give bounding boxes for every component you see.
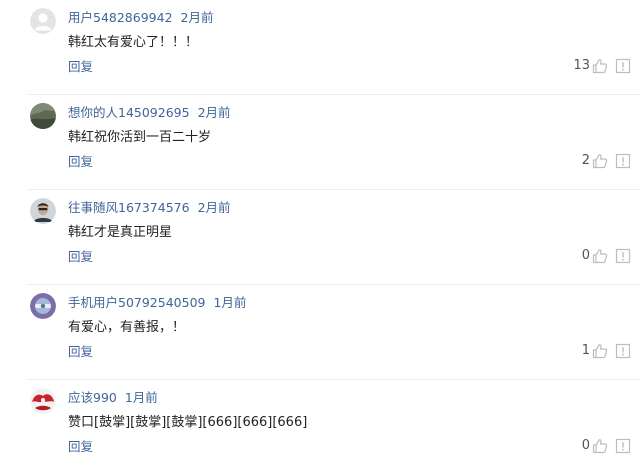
- like-button[interactable]: 13: [573, 57, 608, 75]
- comment-item: 用户5482869942 2月前 韩红太有爱心了！！！ 回复 13: [0, 0, 640, 95]
- like-button[interactable]: 2: [582, 152, 608, 170]
- thumbs-up-icon[interactable]: [592, 343, 608, 359]
- username[interactable]: 想你的人145092695: [68, 105, 190, 120]
- comment-meta: 应该990 1月前: [68, 390, 158, 406]
- like-count: 0: [581, 248, 590, 263]
- report-icon[interactable]: [615, 58, 631, 74]
- comment-meta: 想你的人145092695 2月前: [68, 105, 231, 121]
- like-button[interactable]: 0: [582, 437, 608, 455]
- like-button[interactable]: 0: [582, 247, 608, 265]
- report-icon[interactable]: [615, 438, 631, 454]
- comment-meta: 往事随风167374576 2月前: [68, 200, 231, 216]
- username[interactable]: 手机用户50792540509: [68, 295, 205, 310]
- comment-text: 韩红太有爱心了！！！: [68, 35, 199, 50]
- thumbs-up-icon[interactable]: [592, 58, 608, 74]
- comment-time: 1月前: [124, 390, 158, 405]
- default-user-avatar-icon[interactable]: [30, 8, 56, 34]
- report-icon[interactable]: [615, 153, 631, 169]
- reply-button[interactable]: 回复: [68, 154, 93, 170]
- landscape-photo-avatar-icon[interactable]: [30, 103, 56, 129]
- comment-text: 有爱心，有善报，！: [68, 320, 186, 335]
- thumbs-up-icon[interactable]: [592, 438, 608, 454]
- like-count: 13: [573, 58, 590, 73]
- like-count: 1: [581, 343, 590, 358]
- comment-item: 往事随风167374576 2月前 韩红才是真正明星 回复 0: [0, 190, 640, 285]
- like-button[interactable]: 1: [582, 342, 608, 360]
- red-white-avatar-icon[interactable]: [30, 388, 56, 414]
- reply-button[interactable]: 回复: [68, 344, 93, 360]
- comment-meta: 用户5482869942 2月前: [68, 10, 213, 26]
- report-icon[interactable]: [615, 343, 631, 359]
- like-count: 0: [581, 438, 590, 453]
- thumbs-up-icon[interactable]: [592, 248, 608, 264]
- comment-item: 想你的人145092695 2月前 韩红祝你活到一百二十岁 回复 2: [0, 95, 640, 190]
- comment-time: 2月前: [197, 105, 231, 120]
- comment-meta: 手机用户50792540509 1月前: [68, 295, 246, 311]
- comment-time: 1月前: [213, 295, 247, 310]
- reply-button[interactable]: 回复: [68, 249, 93, 265]
- comment-time: 2月前: [197, 200, 231, 215]
- comment-item: 应该990 1月前 赞口[鼓掌][鼓掌][鼓掌][666][666][666] …: [0, 380, 640, 470]
- username[interactable]: 往事随风167374576: [68, 200, 190, 215]
- comment-time: 2月前: [180, 10, 214, 25]
- purple-cartoon-avatar-icon[interactable]: [30, 293, 56, 319]
- username[interactable]: 应该990: [68, 390, 117, 405]
- portrait-photo-avatar-icon[interactable]: [30, 198, 56, 224]
- like-count: 2: [581, 153, 590, 168]
- reply-button[interactable]: 回复: [68, 439, 93, 455]
- comment-list: 用户5482869942 2月前 韩红太有爱心了！！！ 回复 13 想你的人14…: [0, 0, 640, 470]
- reply-button[interactable]: 回复: [68, 59, 93, 75]
- username[interactable]: 用户5482869942: [68, 10, 173, 25]
- comment-item: 手机用户50792540509 1月前 有爱心，有善报，！ 回复 1: [0, 285, 640, 380]
- comment-text: 韩红才是真正明星: [68, 225, 173, 240]
- comment-text: 韩红祝你活到一百二十岁: [68, 130, 212, 145]
- comment-text: 赞口[鼓掌][鼓掌][鼓掌][666][666][666]: [68, 415, 308, 430]
- report-icon[interactable]: [615, 248, 631, 264]
- thumbs-up-icon[interactable]: [592, 153, 608, 169]
